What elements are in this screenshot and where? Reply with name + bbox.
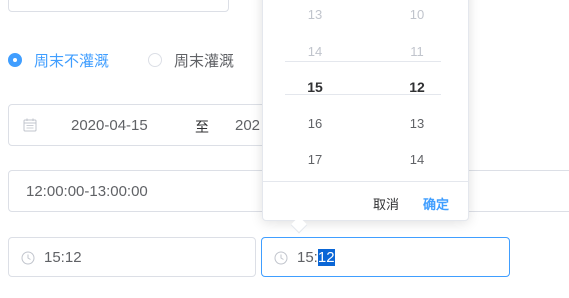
calendar-icon (23, 118, 37, 132)
minute-option[interactable]: 11 (387, 44, 447, 59)
top-input[interactable] (8, 0, 229, 12)
date-range-picker[interactable]: 2020-04-15 至 202 (8, 104, 278, 146)
hour-option[interactable]: 17 (285, 152, 345, 167)
time-picker-2-hour: 15: (297, 249, 318, 266)
confirm-button[interactable]: 确定 (423, 194, 449, 213)
radio-label: 周末不灌溉 (34, 52, 110, 70)
cancel-button[interactable]: 取消 (373, 194, 399, 213)
radio-weekend-no-irrigation[interactable]: 周末不灌溉 (8, 50, 109, 70)
time-picker-1[interactable]: 15:12 (8, 237, 256, 277)
clock-icon (21, 251, 35, 265)
time-picker-1-value: 15:12 (44, 249, 82, 266)
date-range-separator: 至 (195, 119, 209, 135)
date-range-start[interactable]: 2020-04-15 (71, 117, 148, 134)
radio-weekend-irrigation[interactable]: 周末灌溉 (148, 50, 234, 70)
time-picker-2-selected-minute: 12 (317, 249, 335, 266)
selection-divider-bottom (285, 94, 441, 95)
radio-checked-icon (8, 53, 22, 67)
clock-icon (274, 251, 288, 265)
time-range-value: 12:00:00-13:00:00 (26, 183, 148, 200)
date-range-end[interactable]: 202 (235, 117, 260, 134)
minute-option-selected[interactable]: 12 (387, 79, 447, 95)
minute-option[interactable]: 10 (387, 7, 447, 22)
panel-footer-divider (262, 181, 469, 182)
minute-option[interactable]: 14 (387, 152, 447, 167)
hour-option-selected[interactable]: 15 (285, 79, 345, 95)
hour-option[interactable]: 13 (285, 7, 345, 22)
hour-option[interactable]: 14 (285, 44, 345, 59)
radio-label: 周末灌溉 (174, 52, 235, 70)
time-spinner-panel: 13 14 15 16 17 10 11 12 13 14 (262, 0, 469, 221)
minute-option[interactable]: 13 (387, 116, 447, 131)
time-picker-2-value: 15:12 (297, 249, 335, 266)
time-picker-2[interactable]: 15:12 (261, 237, 510, 277)
selection-divider-top (285, 61, 441, 62)
hour-option[interactable]: 16 (285, 116, 345, 131)
radio-unchecked-icon (148, 53, 162, 67)
